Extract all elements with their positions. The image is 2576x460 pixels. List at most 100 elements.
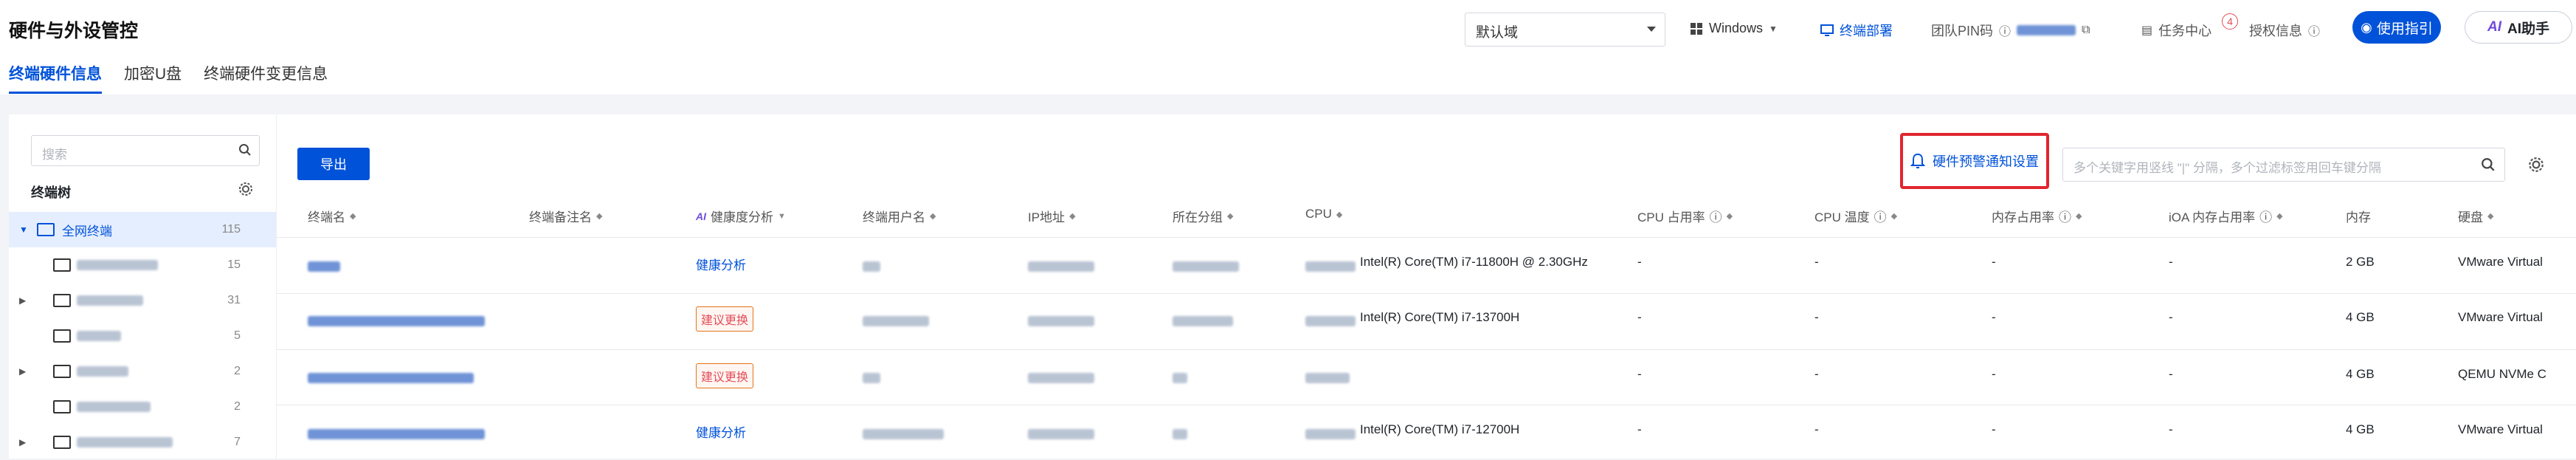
monitor-icon: [1820, 24, 1834, 36]
sort-icon[interactable]: ◆: [596, 211, 602, 221]
sort-icon[interactable]: ◆: [350, 211, 356, 221]
tree-node-root[interactable]: ▼ 全网终端 115: [9, 212, 276, 247]
info-icon: ⓘ: [1999, 26, 2012, 38]
document-icon: ▤: [2141, 24, 2153, 37]
search-icon[interactable]: [238, 143, 252, 157]
column-header-username[interactable]: 终端用户名 ◆: [863, 207, 936, 225]
tree-node[interactable]: ▶ 2: [9, 354, 276, 389]
tree-node-label-redacted: [77, 366, 128, 377]
license-info[interactable]: 授权信息 ⓘ: [2249, 21, 2320, 40]
tree-node[interactable]: 5: [9, 318, 276, 354]
export-button[interactable]: 导出: [297, 148, 370, 180]
os-select[interactable]: Windows ▼: [1690, 21, 1778, 36]
info-icon: ⓘ: [1709, 210, 1722, 224]
cpu-vendor-redacted: [1305, 261, 1356, 272]
terminal-tree-panel: 搜索 终端树 ▼ 全网终端 115 15 ▶ 31 5 ▶ 2 2 ▶ 7: [9, 114, 276, 459]
terminal-name-redacted[interactable]: [308, 261, 340, 272]
sort-icon[interactable]: ◆: [1336, 210, 1342, 219]
column-header-ioa-mem[interactable]: iOA 内存占用率 ⓘ ◆: [2169, 207, 2283, 225]
os-select-label: Windows: [1709, 21, 1764, 35]
sort-icon[interactable]: ◆: [1727, 211, 1733, 221]
caret-right-icon[interactable]: ▶: [19, 437, 28, 447]
ip-redacted: [1028, 373, 1094, 383]
column-header-cpu-temp[interactable]: CPU 温度 ⓘ ◆: [1814, 207, 1897, 225]
info-icon: ⓘ: [2308, 26, 2321, 38]
tree-node-count: 31: [227, 294, 241, 306]
tree-node-count: 7: [234, 436, 241, 448]
guide-button[interactable]: ◉ 使用指引: [2352, 11, 2441, 44]
ai-assistant-button[interactable]: AI AI助手: [2465, 11, 2572, 44]
column-header-memory[interactable]: 内存: [2346, 207, 2371, 225]
group-redacted: [1173, 261, 1239, 272]
keyword-search-input[interactable]: 多个关键字用竖线 "|" 分隔，多个过滤标签用回车键分隔: [2062, 148, 2505, 182]
health-analysis-link[interactable]: 健康分析: [696, 255, 746, 273]
column-header-disk[interactable]: 硬盘 ◆: [2458, 207, 2493, 225]
tab-bar: 终端硬件信息 加密U盘 终端硬件变更信息: [9, 62, 328, 94]
tab-hardware-info[interactable]: 终端硬件信息: [9, 62, 102, 94]
sort-icon[interactable]: ◆: [930, 211, 936, 221]
caret-right-icon[interactable]: ▶: [19, 295, 28, 306]
deploy-button[interactable]: 终端部署: [1820, 21, 1893, 40]
column-header-cpu[interactable]: CPU ◆: [1305, 207, 1342, 222]
terminal-name-redacted[interactable]: [308, 373, 474, 383]
column-header-cpu-usage[interactable]: CPU 占用率 ⓘ ◆: [1637, 207, 1733, 225]
column-header-group[interactable]: 所在分组 ◆: [1173, 207, 1233, 225]
column-header-terminal-name[interactable]: 终端名 ◆: [308, 207, 356, 225]
tree-search-input[interactable]: 搜索: [31, 135, 260, 166]
tree-title: 终端树: [31, 185, 71, 200]
task-center[interactable]: ▤ 任务中心: [2141, 21, 2211, 40]
group-redacted: [1173, 316, 1233, 326]
sort-icon[interactable]: ◆: [2276, 211, 2282, 221]
gear-icon[interactable]: [2527, 156, 2545, 174]
sort-icon[interactable]: ◆: [2487, 211, 2493, 221]
ip-redacted: [1028, 429, 1094, 439]
windows-icon: [1691, 22, 1702, 35]
column-header-health[interactable]: AI 健康度分析 ▼: [696, 207, 786, 225]
divider: [277, 293, 2576, 294]
copy-icon[interactable]: ⧉: [2082, 24, 2090, 37]
sort-icon[interactable]: ◆: [2076, 211, 2082, 221]
health-analysis-link[interactable]: 健康分析: [696, 422, 746, 441]
tab-hardware-changes[interactable]: 终端硬件变更信息: [204, 62, 328, 94]
memory-value: 4 GB: [2346, 367, 2375, 381]
guide-label: 使用指引: [2376, 21, 2433, 37]
divider: [277, 349, 2576, 350]
tab-encrypted-usb[interactable]: 加密U盘: [124, 62, 182, 94]
tree-node[interactable]: 15: [9, 247, 276, 283]
column-header-mem-usage[interactable]: 内存占用率 ⓘ ◆: [1992, 207, 2082, 225]
column-header-ip[interactable]: IP地址 ◆: [1028, 207, 1076, 225]
sort-icon[interactable]: ◆: [1891, 211, 1897, 221]
ip-redacted: [1028, 316, 1094, 326]
top-bar: 硬件与外设管控 默认域 Windows ▼ 终端部署 团队PIN码 ⓘ ⧉ ▤ …: [0, 0, 2576, 95]
tree-node[interactable]: ▶ 7: [9, 425, 276, 460]
terminal-name-redacted[interactable]: [308, 316, 485, 326]
memory-value: 4 GB: [2346, 422, 2375, 436]
group-redacted: [1173, 429, 1187, 439]
cpu-value: Intel(R) Core(TM) i7-13700H: [1360, 310, 1520, 324]
gear-icon[interactable]: [238, 181, 254, 197]
terminal-name-redacted[interactable]: [308, 429, 485, 439]
guide-icon: ◉: [2361, 19, 2372, 35]
domain-select[interactable]: 默认域: [1465, 13, 1665, 47]
ioa-mem-value: -: [2169, 255, 2173, 269]
notify-settings-button[interactable]: 硬件预警通知设置: [1900, 133, 2049, 189]
column-header-remark[interactable]: 终端备注名 ◆: [529, 207, 602, 225]
replace-suggest-tag[interactable]: 建议更换: [696, 363, 754, 388]
folder-icon: [53, 294, 71, 307]
sort-icon[interactable]: ◆: [1227, 211, 1233, 221]
divider: [277, 237, 2576, 238]
group-redacted: [1173, 373, 1187, 383]
sort-icon[interactable]: ◆: [1069, 211, 1075, 221]
replace-suggest-tag[interactable]: 建议更换: [696, 306, 754, 332]
cpu-usage-value: -: [1637, 422, 1642, 436]
task-center-label: 任务中心: [2158, 24, 2212, 38]
keyword-search-placeholder: 多个关键字用竖线 "|" 分隔，多个过滤标签用回车键分隔: [2073, 161, 2381, 175]
tree-node[interactable]: 2: [9, 389, 276, 425]
filter-icon[interactable]: ▼: [778, 212, 786, 221]
caret-right-icon[interactable]: ▶: [19, 366, 28, 377]
caret-down-icon[interactable]: ▼: [19, 224, 28, 235]
ioa-mem-value: -: [2169, 422, 2173, 436]
cpu-usage-value: -: [1637, 255, 1642, 269]
tree-node[interactable]: ▶ 31: [9, 283, 276, 318]
search-icon[interactable]: [2481, 157, 2496, 172]
